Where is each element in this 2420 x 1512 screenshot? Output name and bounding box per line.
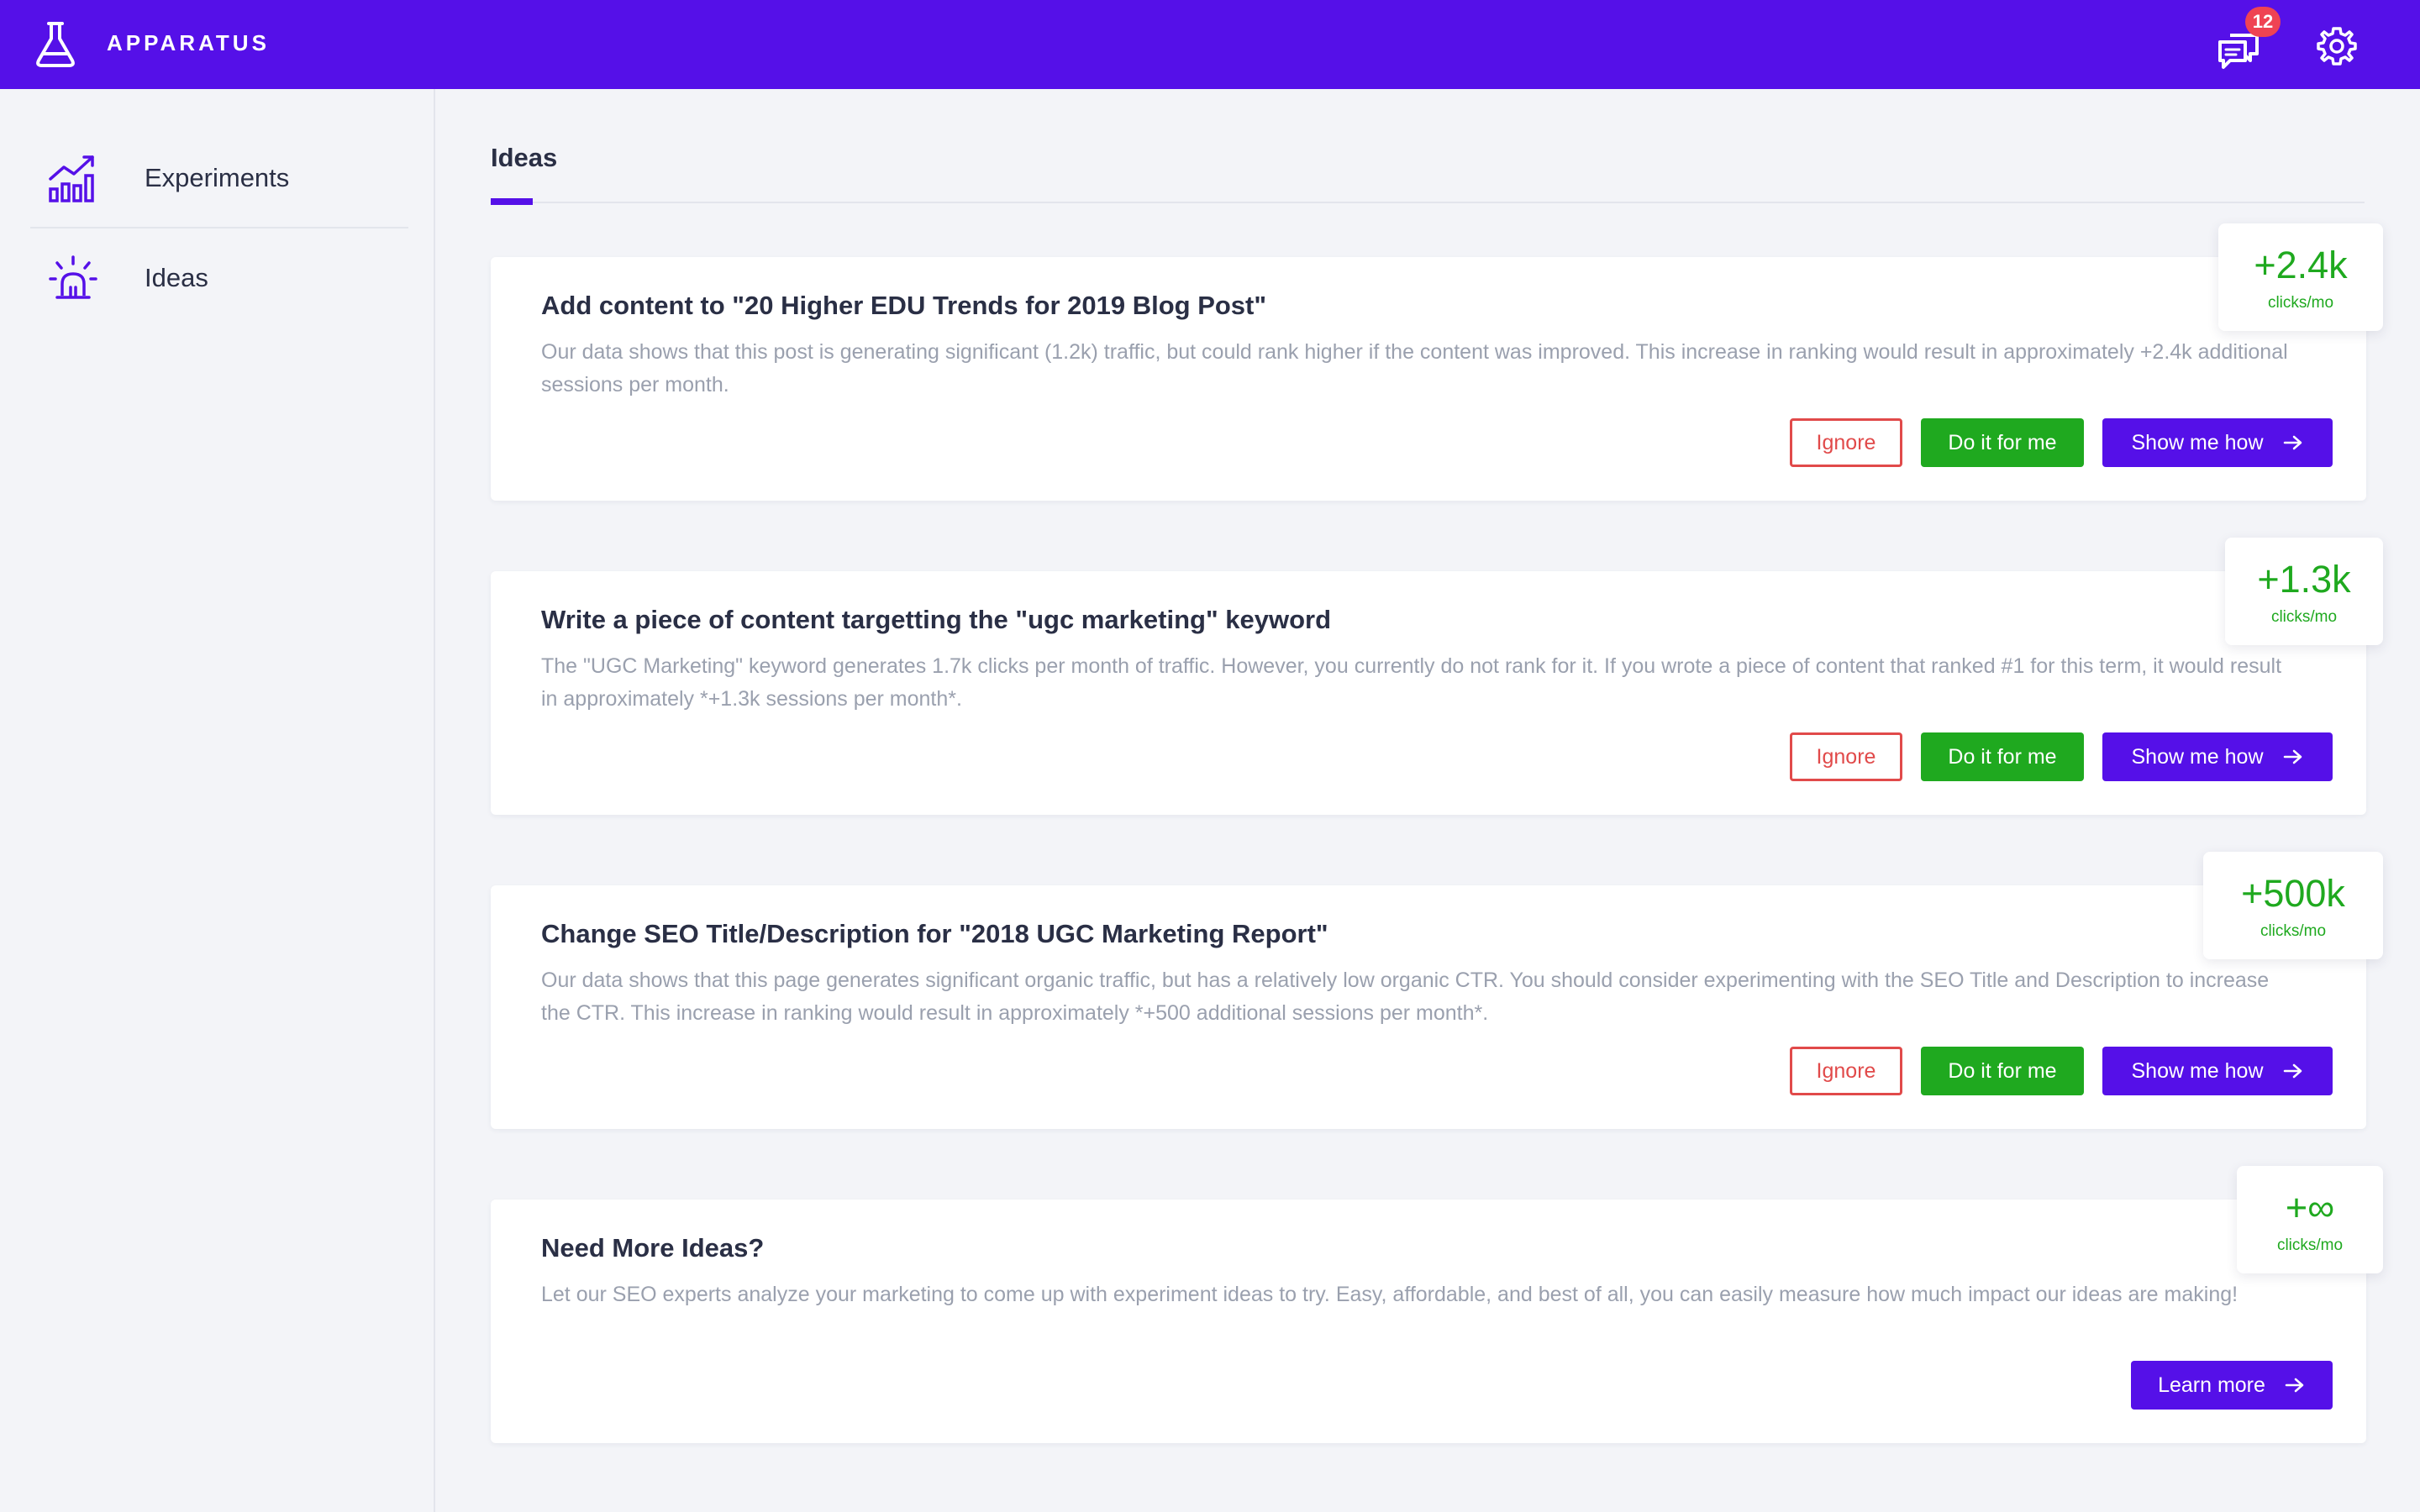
learn-more-label: Learn more: [2158, 1373, 2265, 1397]
idea-description: Let our SEO experts analyze your marketi…: [541, 1283, 2238, 1306]
sidebar-item-label: Ideas: [145, 263, 208, 292]
do-it-for-me-button[interactable]: Do it for me: [1921, 418, 2084, 467]
show-me-how-label: Show me how: [2131, 1058, 2264, 1083]
sidebar: Experiments Ideas: [0, 89, 435, 1512]
metric-unit: clicks/mo: [2267, 294, 2334, 312]
flask-logo-icon: [36, 22, 75, 67]
show-me-how-button[interactable]: Show me how: [2102, 1047, 2333, 1095]
arrow-right-icon: [2283, 1063, 2302, 1079]
arrow-right-icon: [2285, 1378, 2304, 1393]
learn-more-button[interactable]: Learn more: [2131, 1361, 2333, 1410]
active-tab-indicator: [491, 198, 533, 205]
sidebar-item-experiments[interactable]: Experiments: [30, 129, 408, 228]
idea-actions: Ignore Do it for me Show me how: [1790, 418, 2333, 467]
idea-title: Need More Ideas?: [541, 1233, 765, 1263]
idea-actions: Learn more: [2131, 1361, 2333, 1410]
settings-gear-icon[interactable]: [2316, 25, 2358, 67]
arrow-right-icon: [2283, 435, 2302, 450]
chart-growth-icon: [49, 155, 94, 202]
clicks-metric-badge: +1.3k clicks/mo: [2225, 538, 2383, 645]
ignore-button[interactable]: Ignore: [1790, 732, 1902, 781]
clicks-metric-badge: +∞ clicks/mo: [2237, 1166, 2383, 1273]
metric-unit: clicks/mo: [2276, 1236, 2344, 1254]
idea-card: Add content to "20 Higher EDU Trends for…: [491, 257, 2366, 501]
metric-unit: clicks/mo: [2270, 608, 2338, 626]
metric-value: +500k: [2241, 872, 2345, 915]
ignore-button[interactable]: Ignore: [1790, 1047, 1902, 1095]
do-it-for-me-button[interactable]: Do it for me: [1921, 732, 2084, 781]
do-it-for-me-button[interactable]: Do it for me: [1921, 1047, 2084, 1095]
idea-description: Our data shows that this page generates …: [541, 969, 2270, 1025]
sidebar-item-ideas[interactable]: Ideas: [30, 228, 408, 328]
clicks-metric-badge: +2.4k clicks/mo: [2218, 223, 2383, 331]
more-ideas-card: Need More Ideas? Let our SEO experts ana…: [491, 1200, 2366, 1443]
tab-divider: [491, 202, 2365, 203]
idea-actions: Ignore Do it for me Show me how: [1790, 1047, 2333, 1095]
show-me-how-label: Show me how: [2131, 744, 2264, 769]
metric-value: +2.4k: [2254, 244, 2348, 286]
arrow-right-icon: [2283, 749, 2302, 764]
metric-value: +∞: [2285, 1186, 2335, 1229]
top-navigation-bar: APPARATUS 12: [0, 0, 2420, 89]
idea-description: Our data shows that this post is generat…: [541, 340, 2288, 396]
lightbulb-icon: [49, 255, 97, 299]
idea-title: Write a piece of content targetting the …: [541, 605, 1332, 634]
idea-title: Change SEO Title/Description for "2018 U…: [541, 919, 1328, 948]
tab-ideas[interactable]: Ideas: [491, 143, 557, 173]
sidebar-item-label: Experiments: [145, 163, 290, 192]
show-me-how-label: Show me how: [2131, 430, 2264, 454]
idea-actions: Ignore Do it for me Show me how: [1790, 732, 2333, 781]
idea-title: Add content to "20 Higher EDU Trends for…: [541, 291, 1267, 320]
idea-description: The "UGC Marketing" keyword generates 1.…: [541, 654, 2282, 711]
ignore-button[interactable]: Ignore: [1790, 418, 1902, 467]
idea-card: Write a piece of content targetting the …: [491, 571, 2366, 815]
clicks-metric-badge: +500k clicks/mo: [2203, 852, 2383, 959]
show-me-how-button[interactable]: Show me how: [2102, 732, 2333, 781]
idea-card: Change SEO Title/Description for "2018 U…: [491, 885, 2366, 1129]
notification-badge: 12: [2245, 7, 2281, 37]
metric-unit: clicks/mo: [2260, 922, 2327, 940]
metric-value: +1.3k: [2257, 558, 2351, 601]
app-title: APPARATUS: [107, 30, 270, 55]
show-me-how-button[interactable]: Show me how: [2102, 418, 2333, 467]
